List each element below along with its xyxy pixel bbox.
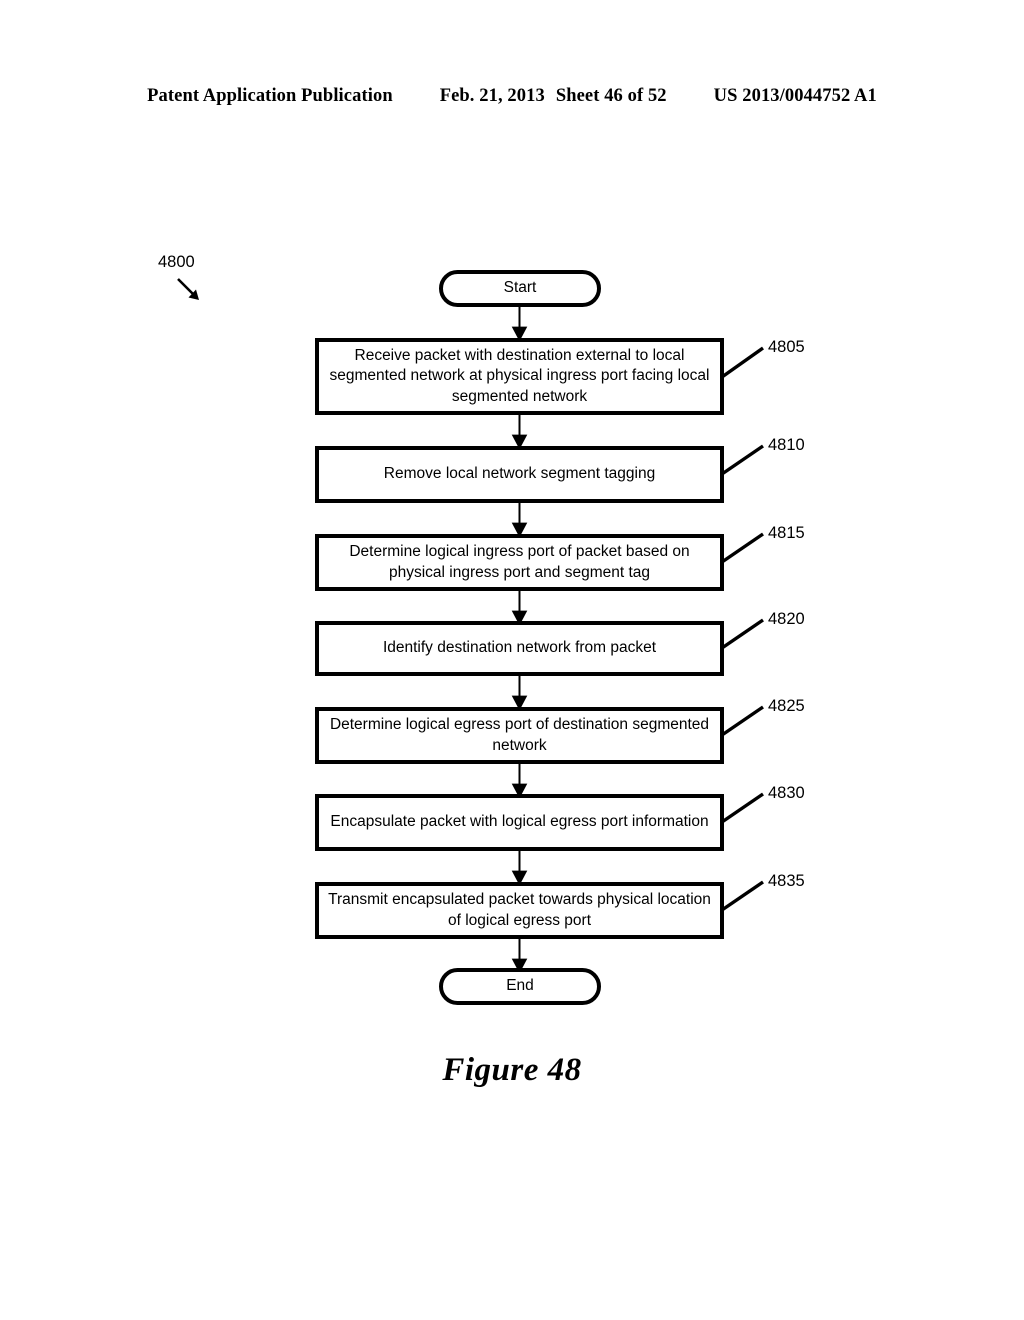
step-ref-4825: 4825 (768, 697, 805, 715)
leader-line-4810 (721, 444, 764, 476)
start-terminal-shape (439, 270, 601, 307)
leader-line-4825 (721, 705, 764, 737)
diagram-label-arrow (177, 278, 199, 300)
leader-line-4835 (721, 880, 764, 912)
step-box-4820 (315, 621, 724, 676)
step-ref-4810: 4810 (768, 436, 805, 454)
step-ref-4835: 4835 (768, 872, 805, 890)
step-ref-4830: 4830 (768, 784, 805, 802)
leader-line-4815 (721, 532, 764, 564)
step-box-4815 (315, 534, 724, 591)
leader-line-4830 (721, 792, 764, 824)
step-box-4830 (315, 794, 724, 851)
step-box-4825 (315, 707, 724, 764)
end-terminal-shape (439, 968, 601, 1005)
step-box-4810 (315, 446, 724, 503)
figure-caption: Figure 48 (442, 1052, 582, 1088)
step-ref-4815: 4815 (768, 524, 805, 542)
leader-line-4805 (721, 346, 764, 379)
flowchart-drawing (177, 270, 764, 1005)
step-box-4805 (315, 338, 724, 415)
leader-line-4820 (721, 618, 764, 650)
step-ref-4805: 4805 (768, 338, 805, 356)
step-box-4835 (315, 882, 724, 939)
diagram-label-4800: 4800 (158, 253, 195, 271)
step-ref-4820: 4820 (768, 610, 805, 628)
figure-48-flowchart: 4800 Start Receive packet with destinati… (0, 0, 1024, 1320)
